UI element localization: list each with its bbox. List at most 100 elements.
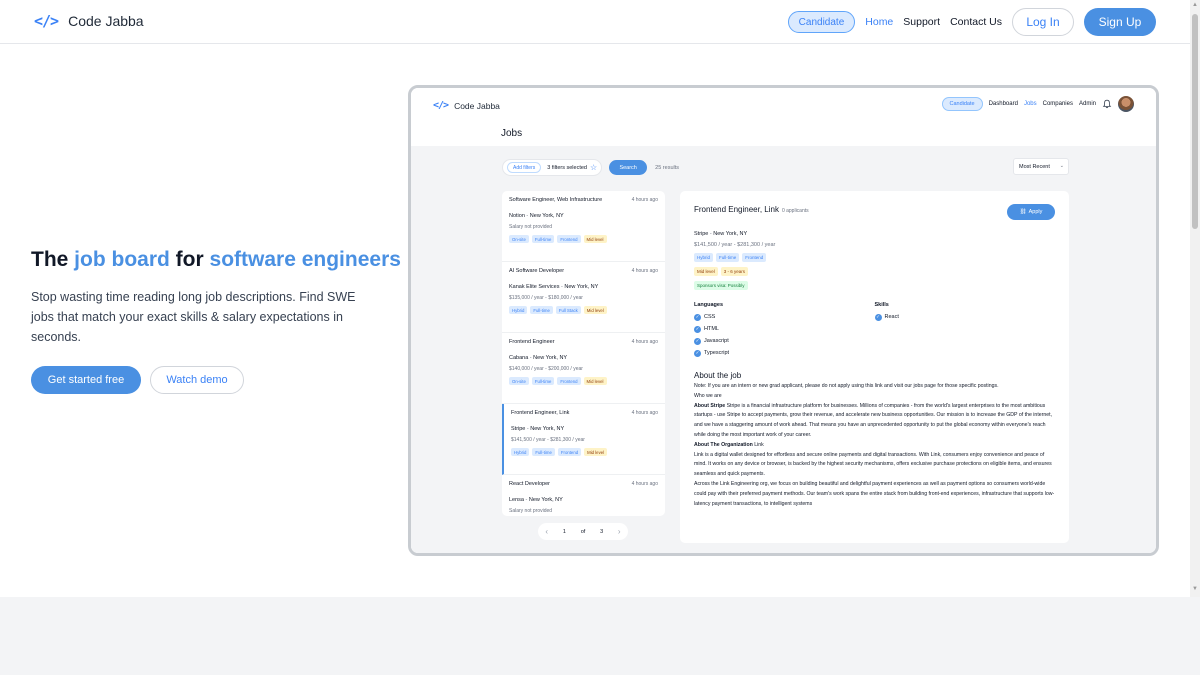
- job-list: Software Engineer, Web Infrastructure 4 h…: [502, 191, 665, 516]
- job-tags: On-site Full-time Frontend Mid level: [509, 377, 658, 385]
- filter-bar: Add filters 3 filters selected ☆ Search …: [502, 159, 679, 176]
- job-posted-time: 4 hours ago: [631, 481, 658, 487]
- job-tags: Hybrid Full-time Frontend Mid level: [511, 448, 658, 456]
- add-filters-button: Add filters: [507, 162, 542, 173]
- skills-heading: Skills: [874, 302, 889, 308]
- job-tag: Full-time: [530, 306, 553, 314]
- job-company-name: Notion: [509, 213, 525, 219]
- app-brand-name: Code Jabba: [454, 100, 500, 111]
- hero-title-accent: software engineers: [209, 248, 401, 271]
- pagination: ‹ 1 of 3 ›: [538, 523, 628, 540]
- scroll-thumb[interactable]: [1192, 14, 1198, 229]
- job-salary: $140,000 / year - $200,000 / year: [509, 366, 583, 372]
- job-tags: Hybrid Full-time Full Stack Mid level: [509, 306, 658, 314]
- requirement-item: ✓ CSS: [694, 311, 875, 323]
- hero-description: Stop wasting time reading long job descr…: [31, 290, 356, 344]
- filters-selected-label: 3 filters selected: [547, 164, 587, 171]
- languages-heading: Languages: [694, 302, 724, 308]
- app-logo: </> Code Jabba: [433, 100, 500, 111]
- bell-icon: [1102, 99, 1112, 109]
- job-list-item: React Developer 4 hours ago Lensa - New Yo…: [502, 475, 665, 516]
- link-icon: ⛓: [1019, 209, 1027, 215]
- job-tag: On-site: [509, 377, 529, 385]
- job-salary: Salary not provided: [509, 224, 553, 230]
- about-bold-label: About Stripe: [694, 402, 726, 409]
- job-salary: $141,500 / year - $281,300 / year: [511, 437, 585, 443]
- job-tag: Full-time: [531, 377, 555, 385]
- get-started-button[interactable]: Get started free: [31, 366, 141, 394]
- job-tag: Mid level: [584, 448, 608, 456]
- nav-support-link[interactable]: Support: [903, 16, 940, 28]
- about-heading: About the job: [694, 371, 742, 380]
- job-tag: Hybrid: [509, 306, 528, 314]
- about-paragraph-text: Who we are: [694, 392, 722, 399]
- job-tag: Frontend: [557, 377, 581, 385]
- job-tag: Hybrid: [511, 448, 530, 456]
- about-paragraph: Note: If you are an intern or new grad a…: [694, 382, 1055, 392]
- nav-home-link[interactable]: Home: [865, 16, 893, 28]
- sort-select: Most Recent ⌄: [1013, 158, 1069, 175]
- about-text: Note: If you are an intern or new grad a…: [694, 382, 1055, 509]
- job-tag: Frontend: [557, 448, 582, 456]
- requirement-item: ✓ React: [874, 311, 1056, 323]
- apply-label: Apply: [1028, 209, 1043, 215]
- about-bold-label: About The Organization: [694, 441, 753, 448]
- job-company-name: Cabana: [509, 355, 529, 361]
- job-tag: 3 - 6 years: [720, 267, 749, 276]
- detail-tags: Sponsors visa: Possibly: [694, 281, 1055, 290]
- job-location: New York, NY: [528, 497, 563, 503]
- about-paragraph-text: Link: [752, 441, 764, 448]
- scroll-down-icon[interactable]: ▼: [1192, 586, 1198, 592]
- job-company-name: Stripe: [511, 426, 526, 432]
- about-paragraph: About Stripe Stripe is a financial infra…: [694, 402, 1055, 441]
- about-paragraph-text: Stripe is a financial infrastructure pla…: [694, 402, 1053, 438]
- page-footer-area: [0, 597, 1200, 675]
- job-posted-time: 4 hours ago: [631, 339, 658, 345]
- chevron-right-icon: ›: [617, 527, 621, 536]
- job-tag: Frontend: [742, 253, 767, 262]
- candidate-toggle[interactable]: Candidate: [787, 11, 856, 33]
- job-location: New York, NY: [533, 355, 568, 361]
- avatar: [1118, 96, 1134, 112]
- job-tag: Mid level: [583, 377, 607, 385]
- apply-button: ⛓ Apply: [1007, 204, 1055, 220]
- job-tag: Mid level: [583, 235, 607, 243]
- about-paragraph-text: Across the Link Engineering org, we focu…: [694, 480, 1055, 507]
- app-header: </> Code Jabba Candidate Dashboard Jobs …: [411, 88, 1156, 146]
- job-salary: Salary not provided: [509, 508, 553, 514]
- brand-logo[interactable]: </> Code Jabba: [34, 12, 144, 30]
- hero-title-part: The: [31, 248, 75, 271]
- top-navbar: </> Code Jabba Candidate Home Support Co…: [0, 0, 1190, 44]
- job-company: Cabana - New York, NY: [509, 355, 658, 361]
- check-circle-icon: ✓: [694, 337, 701, 345]
- job-posted-time: 4 hours ago: [631, 197, 658, 203]
- signup-button[interactable]: Sign Up: [1084, 8, 1156, 36]
- check-circle-icon: ✓: [694, 325, 701, 333]
- detail-salary: $141,500 / year - $281,300 / year: [694, 242, 776, 248]
- job-company-name: Lensa: [509, 497, 524, 503]
- app-page-title: Jobs: [501, 128, 523, 139]
- about-paragraph: Across the Link Engineering org, we focu…: [694, 480, 1055, 509]
- code-brackets-icon: </>: [34, 12, 59, 30]
- job-tag: Full-time: [532, 448, 555, 456]
- about-paragraph-text: Link is a digital wallet designed for ef…: [694, 451, 1052, 478]
- requirement-label: Javascript: [704, 338, 729, 344]
- job-tags: On-site Full-time Frontend Mid level: [509, 235, 658, 243]
- job-list-item: Frontend Engineer, Link 4 hours ago Stripe…: [502, 404, 665, 475]
- requirement-item: ✓ Javascript: [694, 335, 875, 347]
- scroll-up-icon[interactable]: ▲: [1192, 2, 1198, 8]
- requirement-label: HTML: [704, 326, 719, 332]
- job-tag: On-site: [509, 235, 529, 243]
- app-nav-admin: Admin: [1078, 101, 1096, 107]
- app-candidate-toggle: Candidate: [941, 97, 983, 111]
- login-button[interactable]: Log In: [1012, 8, 1074, 36]
- job-posted-time: 4 hours ago: [631, 268, 658, 274]
- nav-contact-link[interactable]: Contact Us: [950, 16, 1002, 28]
- job-list-item: Software Engineer, Web Infrastructure 4 h…: [502, 191, 665, 262]
- requirement-label: Typescript: [704, 350, 730, 356]
- about-paragraph-text: Note: If you are an intern or new grad a…: [694, 383, 999, 389]
- app-preview-frame: </> Code Jabba Candidate Dashboard Jobs …: [408, 85, 1159, 556]
- watch-demo-button[interactable]: Watch demo: [150, 366, 244, 394]
- page-scrollbar[interactable]: ▲ ▼: [1190, 0, 1200, 597]
- pager-total: 3: [600, 528, 604, 535]
